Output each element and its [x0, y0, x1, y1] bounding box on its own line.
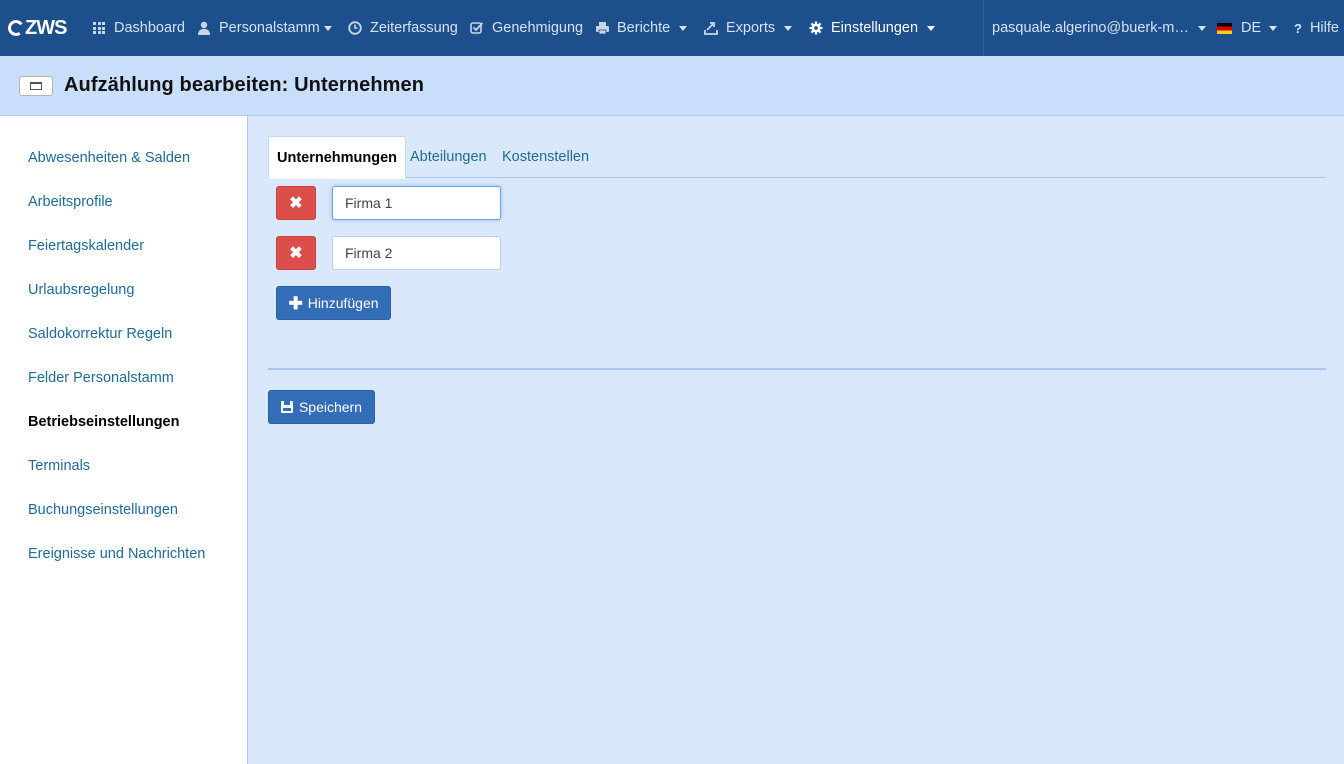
sidebar-item-abwesenheiten[interactable]: Abwesenheiten & Salden — [28, 150, 190, 166]
sidebar-item-feiertagskalender[interactable]: Feiertagskalender — [28, 238, 144, 254]
plus-icon: ✚ — [288, 293, 303, 313]
sidebar-toggle-button[interactable] — [19, 75, 53, 96]
add-button-label: Hinzufügen — [307, 295, 379, 311]
save-button-label: Speichern — [298, 399, 363, 415]
user-menu[interactable]: pasquale.algerino@buerk-m… — [992, 0, 1206, 56]
export-icon — [703, 20, 719, 36]
question-icon: ? — [1294, 20, 1302, 36]
nav-einstellungen[interactable]: Einstellungen — [808, 0, 936, 56]
language-menu[interactable]: DE — [1217, 0, 1278, 56]
chevron-down-icon — [784, 25, 793, 31]
help-label: Hilfe — [1309, 20, 1339, 36]
nav-genehmigung[interactable]: Genehmigung — [469, 0, 583, 56]
grid-icon — [91, 20, 107, 36]
nav-personalstamm-label: Personalstamm — [219, 20, 320, 36]
add-button[interactable]: ✚ Hinzufügen — [276, 286, 391, 320]
user-icon — [196, 20, 212, 36]
tab-unternehmungen[interactable]: Unternehmungen — [268, 136, 407, 179]
help-link[interactable]: ? Hilfe — [1294, 0, 1339, 56]
logo-c-icon — [6, 18, 26, 38]
entry-name-input[interactable] — [332, 186, 501, 220]
nav-einstellungen-label: Einstellungen — [831, 20, 919, 36]
chevron-down-icon — [1269, 25, 1278, 31]
print-icon — [594, 20, 610, 36]
close-icon: ✖ — [289, 195, 303, 212]
chevron-down-icon — [927, 25, 936, 31]
floppy-disk-icon — [280, 401, 293, 413]
divider — [268, 368, 1326, 370]
tab-bar: Unternehmungen Abteilungen Kostenstellen — [268, 136, 1326, 179]
close-icon: ✖ — [289, 245, 303, 262]
nav-dashboard[interactable]: Dashboard — [91, 0, 185, 56]
sidebar-item-buchungseinstellungen[interactable]: Buchungseinstellungen — [28, 502, 178, 518]
nav-berichte-label: Berichte — [617, 20, 671, 36]
main-content: Unternehmungen Abteilungen Kostenstellen… — [248, 116, 1344, 764]
settings-sidebar: Abwesenheiten & Salden Arbeitsprofile Fe… — [0, 116, 248, 764]
sidebar-item-urlaubsregelung[interactable]: Urlaubsregelung — [28, 282, 134, 298]
nav-zeiterfassung-label: Zeiterfassung — [370, 20, 458, 36]
check-icon — [469, 20, 485, 36]
chevron-down-icon — [1197, 25, 1206, 31]
nav-personalstamm[interactable]: Personalstamm — [196, 0, 332, 56]
delete-button[interactable]: ✖ — [276, 186, 316, 220]
german-flag-icon — [1217, 22, 1232, 34]
top-navbar: ZWS Dashboard Personalstamm Zeiterfassun… — [0, 0, 1344, 56]
tab-kostenstellen[interactable]: Kostenstellen — [494, 136, 597, 178]
zws-logo[interactable]: ZWS — [0, 0, 82, 56]
chevron-down-icon — [679, 25, 688, 31]
nav-berichte[interactable]: Berichte — [594, 0, 688, 56]
delete-button[interactable]: ✖ — [276, 236, 316, 270]
sidebar-item-felder-personalstamm[interactable]: Felder Personalstamm — [28, 370, 174, 386]
nav-dashboard-label: Dashboard — [114, 20, 185, 36]
page-title: Aufzählung bearbeiten: Unternehmen — [64, 74, 425, 96]
save-button[interactable]: Speichern — [268, 390, 375, 424]
menu-icon — [30, 81, 42, 90]
language-label: DE — [1241, 20, 1262, 36]
clock-icon — [347, 20, 363, 36]
logo-text: ZWS — [25, 16, 67, 39]
nav-zeiterfassung[interactable]: Zeiterfassung — [347, 0, 458, 56]
sidebar-item-arbeitsprofile[interactable]: Arbeitsprofile — [28, 194, 113, 210]
sidebar-item-saldokorrektur[interactable]: Saldokorrektur Regeln — [28, 326, 172, 342]
sidebar-item-ereignisse[interactable]: Ereignisse und Nachrichten — [28, 546, 205, 562]
tab-abteilungen[interactable]: Abteilungen — [402, 136, 495, 178]
gear-icon — [808, 20, 824, 36]
nav-genehmigung-label: Genehmigung — [492, 20, 584, 36]
sidebar-item-terminals[interactable]: Terminals — [28, 458, 90, 474]
page-header: Aufzählung bearbeiten: Unternehmen — [0, 56, 1344, 116]
user-email: pasquale.algerino@buerk-m… — [992, 20, 1189, 36]
sidebar-item-betriebseinstellungen[interactable]: Betriebseinstellungen — [28, 414, 179, 430]
nav-right-group: pasquale.algerino@buerk-m… DE ? Hilfe — [983, 0, 1344, 56]
nav-exports[interactable]: Exports — [703, 0, 793, 56]
entry-name-input[interactable] — [332, 236, 501, 270]
chevron-down-icon — [323, 25, 332, 31]
nav-exports-label: Exports — [726, 20, 776, 36]
